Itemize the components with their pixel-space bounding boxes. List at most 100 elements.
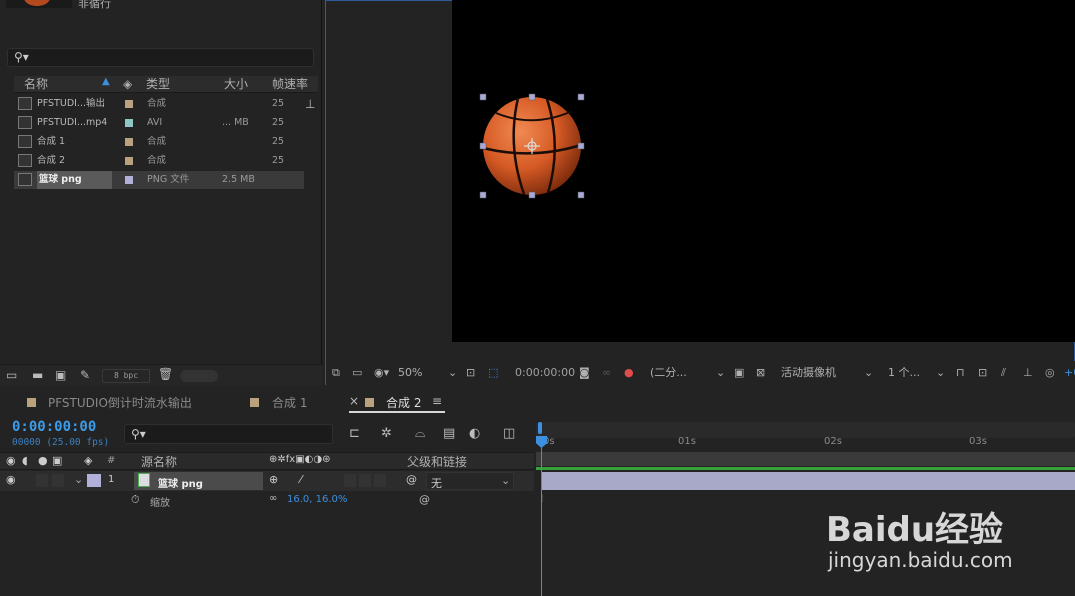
region-of-interest-icon[interactable]: ⬚ [488, 361, 498, 385]
col-label-header[interactable]: ◈ [120, 76, 140, 93]
chevron-down-icon[interactable]: ⌄ [448, 361, 457, 385]
export-frame-icon[interactable]: ⊡ [978, 361, 987, 385]
flowchart-icon[interactable]: ⊥ [305, 97, 315, 111]
col-size-header[interactable]: 大小 [218, 76, 266, 93]
col-type-header[interactable]: 类型 [140, 76, 218, 93]
work-area-start-handle[interactable] [538, 422, 542, 434]
new-composition-icon[interactable]: ▣ [55, 368, 66, 382]
trash-icon[interactable]: 🗑 [158, 367, 173, 381]
layer-label-color[interactable] [87, 474, 101, 487]
toggle-grid-icon[interactable]: ⊠ [756, 361, 765, 385]
layer-search-input[interactable]: ⚲▾ [124, 424, 333, 444]
project-item[interactable]: 篮球 png PNG 文件 2.5 MB [14, 171, 304, 189]
col-fps-header[interactable]: 帧速率 [266, 76, 318, 93]
composition-icon [18, 135, 32, 148]
interpret-footage-icon[interactable]: ▭ [6, 368, 17, 382]
color-channels-icon[interactable]: ● [624, 361, 634, 385]
menu-icon[interactable]: ≡ [432, 394, 442, 408]
monitor-icon[interactable]: ▭ [352, 361, 362, 385]
shy-layers-icon[interactable]: ⌓ [415, 426, 425, 441]
work-area-bar[interactable] [536, 422, 1075, 438]
fit-icon[interactable]: ⊡ [466, 361, 475, 385]
parent-select[interactable]: 无 ⌄ [426, 472, 514, 490]
project-item[interactable]: PFSTUDI...mp4 AVI ... MB 25 [14, 114, 304, 132]
resolution-select[interactable]: (二分... [650, 361, 687, 385]
current-time-indicator[interactable] [541, 436, 542, 596]
pickwhip-icon[interactable]: @ [406, 473, 417, 486]
camera-select[interactable]: 活动摄像机 [781, 361, 836, 385]
zoom-select[interactable]: 50% [398, 361, 422, 385]
transparency-grid-icon[interactable]: ▣ [734, 361, 744, 385]
audio-icon[interactable]: ◖ [22, 454, 28, 467]
show-snapshot-icon[interactable]: ∞ [602, 361, 611, 385]
constrain-proportions-icon[interactable]: ∞ [269, 493, 277, 504]
project-scrollbar[interactable] [180, 370, 218, 382]
mask-icon[interactable]: ◉▾ [374, 361, 389, 385]
tab-comp-2[interactable]: 合成 2 [386, 394, 421, 411]
project-item[interactable]: 合成 2 合成 25 [14, 152, 304, 170]
bpc-button[interactable]: 8 bpc [102, 369, 150, 383]
flowchart-icon[interactable]: ⊥ [1023, 361, 1033, 385]
solo-icon[interactable]: ● [38, 454, 48, 467]
layer-row[interactable]: ◉ ⌄ 1 篮球 png ⊕ ⁄ @ 无 ⌄ [0, 471, 534, 491]
label-color[interactable] [125, 119, 133, 127]
draft-3d-icon[interactable]: ✲ [381, 426, 392, 441]
tag-icon[interactable]: ◈ [84, 454, 92, 467]
visibility-icon[interactable]: ◉ [6, 454, 16, 467]
views-select[interactable]: 1 个... [888, 361, 920, 385]
project-thumbnail [6, 0, 72, 8]
lock-icon[interactable]: ▣ [52, 454, 62, 467]
shy-switch-icon[interactable]: ⊕ [269, 473, 278, 486]
motion-blur-icon[interactable]: ◐ [469, 426, 480, 441]
source-name-header[interactable]: 源名称 [141, 453, 177, 470]
visibility-icon[interactable]: ◉ [6, 473, 16, 486]
pen-icon[interactable]: ✎ [80, 368, 90, 382]
layer-name-cell[interactable]: 篮球 png [134, 472, 263, 490]
render-settings-icon[interactable]: ⊓ [956, 361, 965, 385]
chevron-down-icon[interactable]: ⌄ [936, 361, 945, 385]
tab-color-label [27, 398, 36, 407]
fast-preview-icon[interactable]: ◎ [1045, 361, 1055, 385]
parent-link-header[interactable]: 父级和链接 [407, 453, 467, 470]
chevron-down-icon[interactable]: ⌄ [864, 361, 873, 385]
item-fps: 25 [272, 136, 285, 147]
timeline-icon[interactable]: ⫽ [1001, 361, 1006, 385]
composition-canvas[interactable] [452, 0, 1075, 342]
switch-box[interactable] [344, 474, 356, 487]
project-search-input[interactable]: ⚲▾ [7, 48, 314, 67]
switch-box[interactable] [374, 474, 386, 487]
basketball-layer[interactable] [452, 0, 1075, 342]
tab-pfstudio[interactable]: PFSTUDIO倒计时流水输出 [48, 394, 192, 411]
exposure-value[interactable]: +0 [1064, 361, 1075, 385]
graph-editor-icon[interactable]: ◫ [503, 426, 515, 441]
chevron-down-icon[interactable]: ⌄ [716, 361, 725, 385]
project-item[interactable]: 合成 1 合成 25 [14, 133, 304, 151]
tab-comp-1[interactable]: 合成 1 [272, 394, 307, 411]
quality-switch-icon[interactable]: ⁄ [300, 473, 302, 486]
stopwatch-icon[interactable]: ⏱ [131, 493, 140, 507]
camera-snapshot-icon[interactable]: ◙ [579, 361, 590, 385]
close-icon[interactable]: × [349, 394, 359, 408]
project-item[interactable]: PFSTUDI...输出 合成 25 [14, 95, 304, 113]
always-preview-icon[interactable]: ⧉ [332, 361, 340, 385]
frame-blending-icon[interactable]: ▤ [443, 426, 455, 441]
viewer-timecode[interactable]: 0:00:00:00 [515, 361, 575, 385]
lock-toggle[interactable] [52, 474, 64, 487]
new-folder-icon[interactable]: ▬ [32, 368, 43, 382]
time-ruler[interactable]: 0s 01s 02s 03s [536, 436, 1075, 452]
tab-color-label [365, 398, 374, 407]
item-fps: 25 [272, 117, 285, 128]
label-color[interactable] [125, 157, 133, 165]
project-footer: ▭ ▬ ▣ ✎ 8 bpc 🗑 [0, 364, 322, 386]
label-color[interactable] [125, 176, 133, 184]
label-color[interactable] [125, 100, 133, 108]
switch-box[interactable] [359, 474, 371, 487]
timeline-timecode[interactable]: 0:00:00:00 [12, 419, 96, 435]
chevron-down-icon[interactable]: ⌄ [74, 473, 83, 486]
scale-value[interactable]: 16.0, 16.0% [287, 494, 347, 505]
pickwhip-icon[interactable]: @ [419, 493, 430, 506]
label-color[interactable] [125, 138, 133, 146]
composition-flowchart-icon[interactable]: ⊏ [349, 426, 360, 441]
solo-toggle[interactable] [36, 474, 48, 487]
col-name-header[interactable]: 名称 ▲ [14, 76, 120, 93]
